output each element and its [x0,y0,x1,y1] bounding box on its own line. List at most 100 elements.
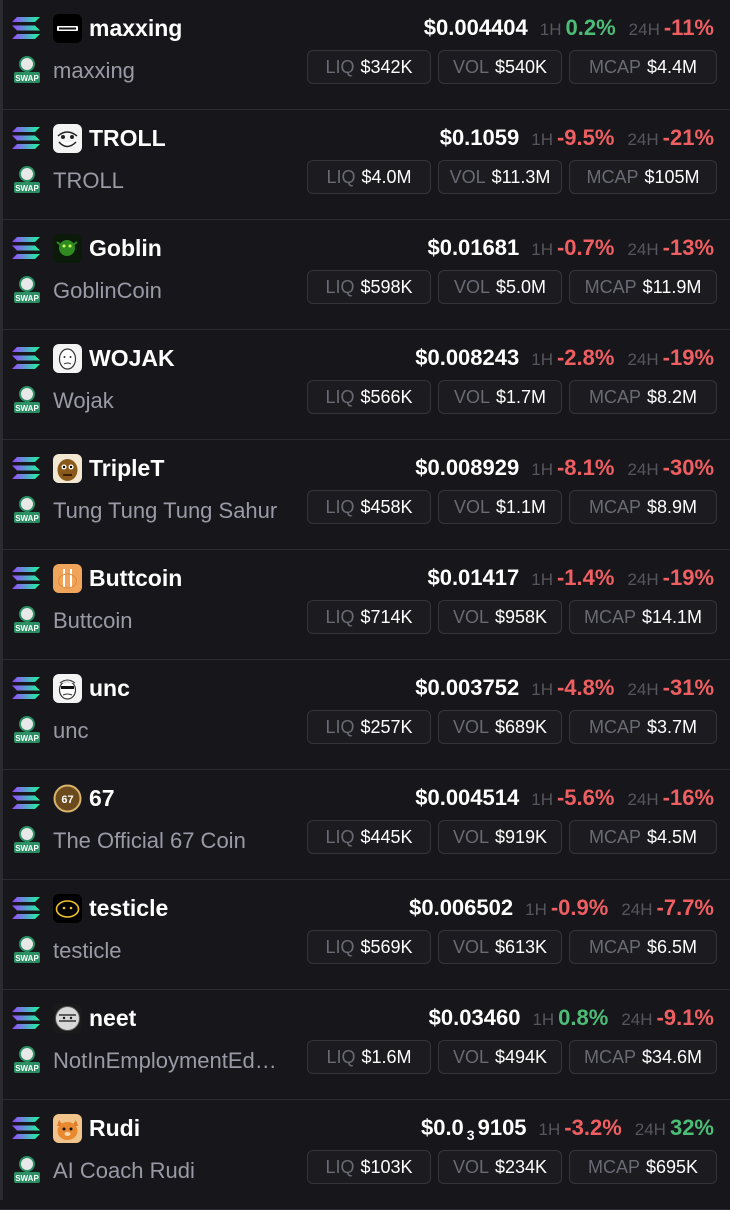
liquidity-pill: LIQ $566K [307,380,431,414]
svg-text:67: 67 [61,794,73,806]
liquidity-pill: LIQ $458K [307,490,431,524]
change-24h: -19% [662,345,714,370]
volume-pill: VOL $494K [438,1040,562,1074]
label-1h: 1H [538,1120,561,1139]
token-symbol: 67 [89,785,115,811]
volume-pill: VOL $11.3M [438,160,562,194]
mcap-value: $6.5M [646,936,698,957]
stats-group: LIQ $342K VOL $540K MCAP $4.4M [307,50,717,84]
liquidity-pill: LIQ $342K [307,50,431,84]
price-line: $0.003752 1H -4.8% 24H -31% [415,673,714,705]
vol-label: VOL [453,386,490,407]
swap-badge-label: SWAP [15,294,39,303]
token-row[interactable]: SWAP TROLL TROLL $0.1059 1H -9.5% 24H -2… [0,110,730,220]
token-price: $0.0 3 9105 [421,1113,527,1150]
label-1h: 1H [531,240,553,259]
volume-pill: VOL $689K [438,710,562,744]
token-price: $0.008243 [415,345,520,370]
token-row[interactable]: SWAP Goblin GoblinCoin $0.01681 1H -0.7%… [0,220,730,330]
unc-face-icon [53,674,82,703]
stats-group: LIQ $458K VOL $1.1M MCAP $8.9M [307,490,717,524]
price-line: $0.008243 1H -2.8% 24H -19% [415,343,714,375]
swap-badge-label: SWAP [15,184,39,193]
mcap-label: MCAP [584,276,637,297]
label-1h: 1H [539,20,562,39]
token-price: $0.01417 [427,565,520,590]
price-line: $0.1059 1H -9.5% 24H -21% [440,123,714,155]
liq-label: LIQ [325,386,355,407]
market-cap-pill: MCAP $4.4M [569,50,717,84]
token-price: $0.004404 [423,15,528,40]
liquidity-pill: LIQ $1.6M [307,1040,431,1074]
change-24h: -30% [662,455,714,480]
token-row[interactable]: SWAP TripleT Tung Tung Tung Sahur $0.008… [0,440,730,550]
liq-value: $1.6M [361,1046,412,1067]
token-row[interactable]: SWAP WOJAK Wojak $0.008243 1H -2.8% 24H … [0,330,730,440]
swap-badge-label: SWAP [15,1174,39,1183]
vol-value: $11.3M [491,166,551,187]
mcap-value: $105M [644,166,700,187]
liq-value: $342K [360,56,413,77]
label-24h: 24H [627,790,659,809]
liquidity-pill: LIQ $257K [307,710,431,744]
neet-icon [53,1004,82,1033]
mcap-label: MCAP [588,496,641,517]
label-1h: 1H [532,1010,555,1029]
token-row[interactable]: SWAP 67 67 The Official 67 Coin $0.00451… [0,770,730,880]
vol-value: $234K [494,1156,548,1177]
mcap-label: MCAP [588,936,641,957]
token-symbol: Goblin [89,235,162,261]
stats-group: LIQ $566K VOL $1.7M MCAP $8.2M [307,380,717,414]
label-1h: 1H [531,680,553,699]
vol-label: VOL [453,496,490,517]
market-cap-pill: MCAP $6.5M [569,930,717,964]
vol-label: VOL [452,606,489,627]
label-24h: 24H [627,570,659,589]
change-1h: 0.2% [565,15,616,40]
mcap-value: $4.5M [646,826,698,847]
volume-pill: VOL $919K [438,820,562,854]
price-line: $0.006502 1H -0.9% 24H -7.7% [409,893,714,925]
vol-label: VOL [452,936,489,957]
token-price: $0.03460 [428,1005,521,1030]
change-24h: -11% [663,15,714,40]
price-line: $0.01681 1H -0.7% 24H -13% [427,233,714,265]
liq-label: LIQ [326,166,356,187]
change-1h: -1.4% [556,565,615,590]
mcap-value: $4.4M [646,56,698,77]
token-row[interactable]: SWAP unc unc $0.003752 1H -4.8% 24H -31%… [0,660,730,770]
volume-pill: VOL $1.7M [438,380,562,414]
swap-badge-label: SWAP [15,734,39,743]
token-name: Buttcoin [53,608,133,633]
goblin-icon [53,234,82,263]
token-symbol: neet [89,1005,137,1031]
liq-label: LIQ [325,826,355,847]
token-row[interactable]: SWAP Buttcoin Buttcoin $0.01417 1H -1.4%… [0,550,730,660]
label-1h: 1H [531,790,553,809]
label-24h: 24H [621,900,653,919]
token-row[interactable]: SWAP maxxing maxxing $0.004404 1H 0.2% 2… [0,0,730,110]
market-cap-pill: MCAP $8.2M [569,380,717,414]
vol-value: $689K [494,716,548,737]
token-row[interactable]: SWAP Rudi AI Coach Rudi $0.0 3 9105 1H -3.… [0,1100,730,1210]
token-symbol: WOJAK [89,345,175,371]
token-symbol: TROLL [89,125,166,151]
token-price: $0.1059 [439,125,520,150]
vol-value: $5.0M [496,276,547,297]
liq-label: LIQ [325,496,355,517]
maxxing-logo-icon [53,14,82,43]
change-1h: 0.8% [558,1005,609,1030]
token-symbol: testicle [89,895,169,921]
vol-label: VOL [452,1156,489,1177]
change-24h: -7.7% [656,895,714,920]
token-name: testicle [53,938,122,963]
change-1h: -5.6% [556,785,615,810]
token-row[interactable]: SWAP testicle testicle $0.006502 1H -0.9… [0,880,730,990]
volume-pill: VOL $540K [438,50,562,84]
token-row[interactable]: SWAP neet NotInEmploymentEd… $0.03460 1H… [0,990,730,1100]
price-zero-count: 3 [466,1127,475,1143]
label-24h: 24H [627,460,659,479]
mcap-value: $695K [645,1156,699,1177]
label-1h: 1H [531,570,553,589]
stats-group: LIQ $598K VOL $5.0M MCAP $11.9M [307,270,717,304]
